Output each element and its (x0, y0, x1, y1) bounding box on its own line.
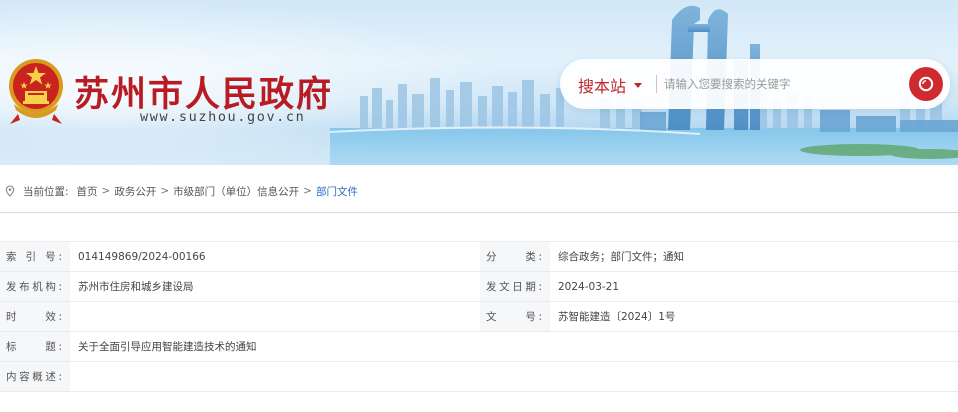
location-pin-icon (5, 185, 15, 197)
search-divider (656, 75, 657, 93)
publisher-value: 苏州市住房和城乡建设局 (70, 271, 480, 302)
breadcrumb-current[interactable]: 部门文件 (316, 184, 358, 199)
title-value: 关于全面引导应用智能建造技术的通知 (70, 331, 958, 362)
table-row: 内容概述: (0, 361, 958, 392)
document-number-value: 苏智能建造〔2024〕1号 (550, 301, 958, 332)
breadcrumb-departments[interactable]: 市级部门（单位）信息公开 (173, 184, 299, 199)
site-url: www.suzhou.gov.cn (140, 109, 306, 125)
validity-label: 时 效: (0, 301, 70, 332)
search-input[interactable] (664, 69, 904, 99)
breadcrumb: 当前位置: 首页 > 政务公开 > 市级部门（单位）信息公开 > 部门文件 (5, 183, 358, 199)
category-value: 综合政务；部门文件；通知 (550, 241, 958, 272)
summary-value (70, 361, 958, 392)
validity-value (70, 301, 480, 332)
search-button[interactable] (909, 67, 943, 101)
document-info-table: 索 引 号: 014149869/2024-00166 分 类: 综合政务；部门… (0, 241, 958, 392)
issue-date-label: 发文日期: (480, 271, 550, 302)
search-box: 搜本站 (560, 59, 950, 109)
publisher-label: 发布机构: (0, 271, 70, 302)
breadcrumb-separator: > (303, 185, 312, 197)
summary-label: 内容概述: (0, 361, 70, 392)
header-banner: 苏州市人民政府 www.suzhou.gov.cn 搜本站 (0, 0, 958, 165)
category-label: 分 类: (480, 241, 550, 272)
national-emblem-icon (9, 59, 63, 124)
search-icon (918, 76, 934, 92)
table-row: 发布机构: 苏州市住房和城乡建设局 发文日期: 2024-03-21 (0, 271, 958, 302)
table-row: 标 题: 关于全面引导应用智能建造技术的通知 (0, 331, 958, 362)
breadcrumb-prefix: 当前位置: (23, 185, 69, 198)
title-label: 标 题: (0, 331, 70, 362)
document-number-label: 文 号: (480, 301, 550, 332)
breadcrumb-separator: > (160, 185, 170, 197)
table-row: 时 效: 文 号: 苏智能建造〔2024〕1号 (0, 301, 958, 332)
table-row: 索 引 号: 014149869/2024-00166 分 类: 综合政务；部门… (0, 241, 958, 272)
breadcrumb-separator: > (101, 185, 111, 197)
index-number-value: 014149869/2024-00166 (70, 241, 480, 272)
search-scope-dropdown[interactable]: 搜本站 (578, 73, 643, 97)
search-scope-label: 搜本站 (578, 77, 627, 96)
breadcrumb-gov-affairs[interactable]: 政务公开 (114, 184, 156, 199)
issue-date-value: 2024-03-21 (550, 271, 958, 302)
index-number-label: 索 引 号: (0, 241, 70, 272)
caret-down-icon (634, 82, 643, 88)
breadcrumb-divider (0, 212, 958, 213)
breadcrumb-home[interactable]: 首页 (77, 184, 98, 199)
